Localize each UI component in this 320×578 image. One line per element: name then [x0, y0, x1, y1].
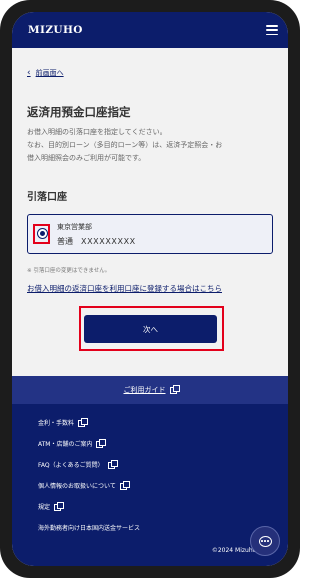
external-link-icon: [54, 502, 65, 511]
guide-bar: ご利用ガイド: [12, 376, 288, 404]
footer-link-terms[interactable]: 規定: [38, 502, 140, 525]
page-description: お借入明細の引落口座を指定してください。 なお、目的別ローン（多目的ローン等）は…: [27, 126, 277, 165]
external-link-icon: [96, 439, 107, 448]
footer-link-atm[interactable]: ATM・店舗のご案内: [38, 439, 140, 462]
account-details: 普通 XXXXXXXXX: [57, 236, 136, 247]
footer-link-privacy[interactable]: 個人情報のお取扱いについて: [38, 481, 140, 504]
account-option[interactable]: [27, 214, 273, 254]
footer-link-label: 金利・手数料: [38, 420, 75, 427]
footer-link-faq[interactable]: FAQ（よくあるご質問）: [38, 460, 140, 483]
chevron-left-icon: ‹: [27, 68, 31, 78]
external-link-icon: [119, 481, 130, 490]
hamburger-menu-icon[interactable]: [266, 25, 278, 35]
screen: MIZUHO ‹ 前画面へ 返済用預金口座指定 お借入明細の引落口座を指定してく…: [12, 12, 288, 566]
account-radio-button[interactable]: [37, 228, 48, 239]
account-change-note: ※ 引落口座の変更はできません。: [27, 268, 111, 274]
footer-link-label: ATM・店舗のご案内: [38, 441, 93, 448]
chat-bubble-icon: [258, 535, 272, 547]
footer-link-remittance[interactable]: 海外勤務者向け日本国内送金サービス: [38, 525, 140, 546]
usage-guide-link[interactable]: ご利用ガイド: [123, 384, 180, 395]
footer-link-label: 海外勤務者向け日本国内送金サービス: [38, 525, 141, 532]
external-link-icon: [107, 460, 118, 469]
account-type: 普通: [57, 237, 73, 246]
description-line: お借入明細の引落口座を指定してください。: [27, 128, 167, 136]
external-link-icon: [169, 384, 180, 394]
phone-frame: MIZUHO ‹ 前画面へ 返済用預金口座指定 お借入明細の引落口座を指定してく…: [0, 0, 300, 578]
mizuho-logo[interactable]: MIZUHO: [28, 24, 83, 36]
app-header: MIZUHO: [12, 12, 288, 48]
account-number: XXXXXXXXX: [81, 237, 136, 246]
description-line: 借入明細照会のみご利用が可能です。: [27, 154, 146, 162]
back-link[interactable]: ‹ 前画面へ: [27, 68, 64, 78]
page-title: 返済用預金口座指定: [27, 105, 131, 119]
register-repayment-account-link[interactable]: お借入明細の返済口座を利用口座に登録する場合はこちら: [27, 283, 222, 294]
back-link-label: 前画面へ: [35, 69, 64, 77]
external-link-icon: [78, 418, 89, 427]
description-line: なお、目的別ローン（多目的ローン等）は、返済予定照会・お: [27, 141, 223, 149]
footer-links: 金利・手数料 ATM・店舗のご案内 FAQ（よくあるご質問） 個人情報のお取扱い…: [38, 418, 140, 546]
footer-link-label: FAQ（よくあるご質問）: [38, 462, 104, 469]
section-label-debit-account: 引落口座: [27, 192, 67, 203]
chat-button[interactable]: [250, 526, 280, 556]
next-button[interactable]: 次へ: [84, 315, 217, 343]
footer-link-rates[interactable]: 金利・手数料: [38, 418, 140, 441]
footer-link-label: 規定: [38, 504, 51, 511]
account-branch: 東京営業部: [57, 223, 92, 231]
usage-guide-label: ご利用ガイド: [123, 386, 166, 394]
footer-link-label: 個人情報のお取扱いについて: [38, 483, 116, 490]
footer: ご利用ガイド 金利・手数料 ATM・店舗のご案内 FAQ（よくあるご質問） 個人…: [12, 376, 288, 566]
